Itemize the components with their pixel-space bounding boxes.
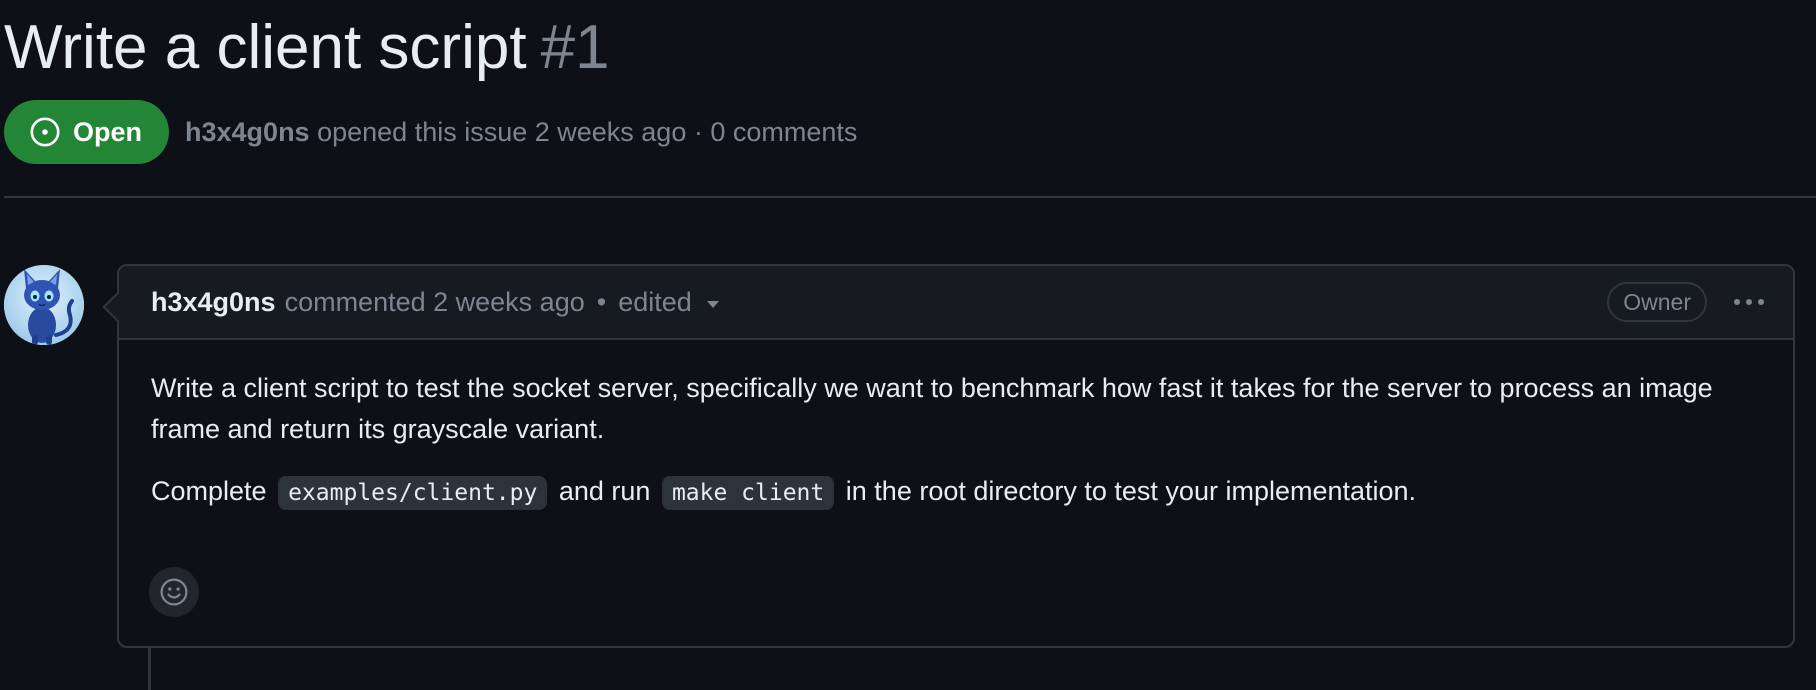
inline-code-client-path: examples/client.py [278,476,548,510]
issue-author-link[interactable]: h3x4g0ns [185,117,310,147]
header-divider [4,196,1816,198]
comment-paragraph: Write a client script to test the socket… [151,373,1713,444]
avatar[interactable] [4,265,84,345]
separator-dot: • [596,286,607,317]
comment-header: h3x4g0ns commented 2 weeks ago • edited … [119,266,1793,340]
text-fragment: in the root directory to test your imple… [845,476,1417,506]
issue-opened-text: opened this issue 2 weeks ago · 0 commen… [317,116,858,147]
add-reaction-button[interactable] [149,567,199,617]
comment-author-link[interactable]: h3x4g0ns [151,287,276,318]
issue-title: Write a client script #1 [4,8,610,88]
edited-dropdown[interactable]: edited [618,287,692,318]
issue-opened-icon [29,116,61,148]
triangle-down-icon[interactable] [706,300,720,310]
text-fragment: and run [558,476,651,506]
issue-meta-text: h3x4g0ns opened this issue 2 weeks ago ·… [185,117,857,148]
smiley-icon [159,577,189,607]
comment-header-actions: Owner [1607,282,1771,322]
timeline-line [148,645,151,690]
comment-timestamp[interactable]: commented 2 weeks ago [285,287,585,318]
comment-paragraph-instructions: Complete examples/client.py and run make… [151,471,1763,514]
state-badge-open: Open [4,100,170,164]
comment-box: h3x4g0ns commented 2 weeks ago • edited … [102,264,1795,648]
issue-meta: Open h3x4g0ns opened this issue 2 weeks … [4,100,857,164]
comment-body: Write a client script to test the socket… [119,340,1793,514]
inline-code-make-command: make client [661,476,835,510]
issue-title-text: Write a client script [4,13,527,82]
issue-number: #1 [540,13,610,82]
state-label: Open [73,116,143,147]
owner-badge: Owner [1607,282,1707,322]
kebab-horizontal-icon[interactable] [1727,282,1771,322]
text-fragment: Complete [151,476,267,506]
